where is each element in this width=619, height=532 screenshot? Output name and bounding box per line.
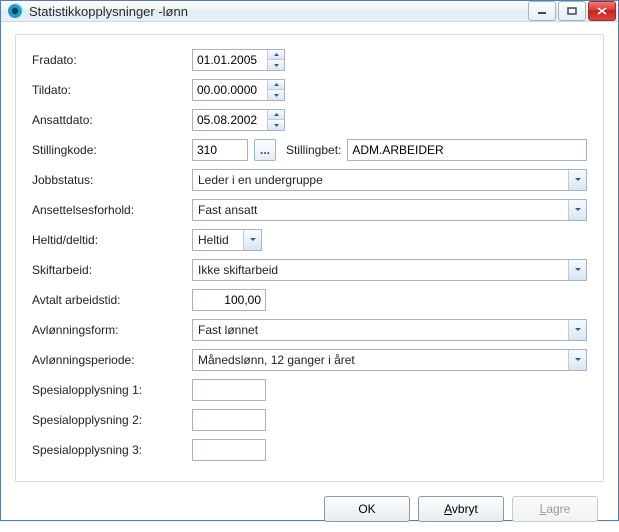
dialog-window: Statistikkopplysninger -lønn Fradato: (0, 0, 619, 521)
spesial3-input[interactable] (192, 439, 266, 461)
ansattdato-input[interactable] (193, 110, 267, 130)
stillingkode-input[interactable] (192, 139, 248, 161)
app-icon (7, 3, 23, 19)
label-spesial3: Spesialopplysning 3: (32, 443, 192, 457)
chevron-down-icon[interactable] (243, 230, 261, 250)
dialog-buttons: OK Avbryt Lagre (15, 496, 604, 522)
label-stillingkode: Stillingkode: (32, 143, 192, 157)
label-avlonningsform: Avlønningsform: (32, 323, 192, 337)
spin-down-icon[interactable] (268, 60, 284, 70)
label-tildato: Tildato: (32, 83, 192, 97)
chevron-down-icon[interactable] (568, 170, 586, 190)
ansattdato-spinner[interactable] (192, 109, 285, 131)
avlonningsform-select[interactable]: Fast lønnet (192, 319, 587, 341)
form-frame: Fradato: Tildato: (15, 34, 604, 482)
jobbstatus-select[interactable]: Leder i en undergruppe (192, 169, 587, 191)
title-bar: Statistikkopplysninger -lønn (1, 1, 618, 22)
ansettelsesforhold-select[interactable]: Fast ansatt (192, 199, 587, 221)
avlonningsform-value: Fast lønnet (193, 323, 280, 337)
spin-up-icon[interactable] (268, 110, 284, 120)
spesial1-input[interactable] (192, 379, 266, 401)
jobbstatus-value: Leder i en undergruppe (193, 173, 345, 187)
chevron-down-icon[interactable] (568, 200, 586, 220)
label-heltid-deltid: Heltid/deltid: (32, 233, 192, 247)
avlonningsperiode-value: Månedslønn, 12 ganger i året (193, 353, 377, 367)
skiftarbeid-select[interactable]: Ikke skiftarbeid (192, 259, 587, 281)
chevron-down-icon[interactable] (568, 350, 586, 370)
label-spesial2: Spesialopplysning 2: (32, 413, 192, 427)
title-buttons (528, 1, 616, 21)
label-ansettelsesforhold: Ansettelsesforhold: (32, 203, 192, 217)
window-title: Statistikkopplysninger -lønn (29, 4, 522, 19)
ok-button[interactable]: OK (324, 496, 410, 522)
spin-down-icon[interactable] (268, 90, 284, 100)
label-ansattdato: Ansattdato: (32, 113, 192, 127)
stillingkode-lookup-button[interactable]: ... (254, 139, 276, 161)
chevron-down-icon[interactable] (568, 320, 586, 340)
spin-up-icon[interactable] (268, 50, 284, 60)
label-jobbstatus: Jobbstatus: (32, 173, 192, 187)
close-button[interactable] (588, 1, 616, 21)
cancel-button[interactable]: Avbryt (418, 496, 504, 522)
fradato-input[interactable] (193, 50, 267, 70)
ansettelsesforhold-value: Fast ansatt (193, 203, 279, 217)
tildato-input[interactable] (193, 80, 267, 100)
save-button[interactable]: Lagre (512, 496, 598, 522)
avtalt-arbeidstid-input[interactable] (192, 289, 266, 311)
maximize-button[interactable] (558, 1, 586, 21)
label-avlonningsperiode: Avlønningsperiode: (32, 353, 192, 367)
label-avtalt-arbeidstid: Avtalt arbeidstid: (32, 293, 192, 307)
spin-up-icon[interactable] (268, 80, 284, 90)
avlonningsperiode-select[interactable]: Månedslønn, 12 ganger i året (192, 349, 587, 371)
client-area: Fradato: Tildato: (1, 22, 618, 532)
minimize-button[interactable] (528, 1, 556, 21)
fradato-spinner[interactable] (192, 49, 285, 71)
label-stillingbet: Stillingbet: (286, 143, 341, 157)
tildato-spinner[interactable] (192, 79, 285, 101)
skiftarbeid-value: Ikke skiftarbeid (193, 263, 300, 277)
chevron-down-icon[interactable] (568, 260, 586, 280)
spin-down-icon[interactable] (268, 120, 284, 130)
spesial2-input[interactable] (192, 409, 266, 431)
label-skiftarbeid: Skiftarbeid: (32, 263, 192, 277)
label-spesial1: Spesialopplysning 1: (32, 383, 192, 397)
stillingbet-input[interactable] (347, 139, 587, 161)
heltid-deltid-select[interactable]: Heltid (192, 229, 262, 251)
label-fradato: Fradato: (32, 53, 192, 67)
